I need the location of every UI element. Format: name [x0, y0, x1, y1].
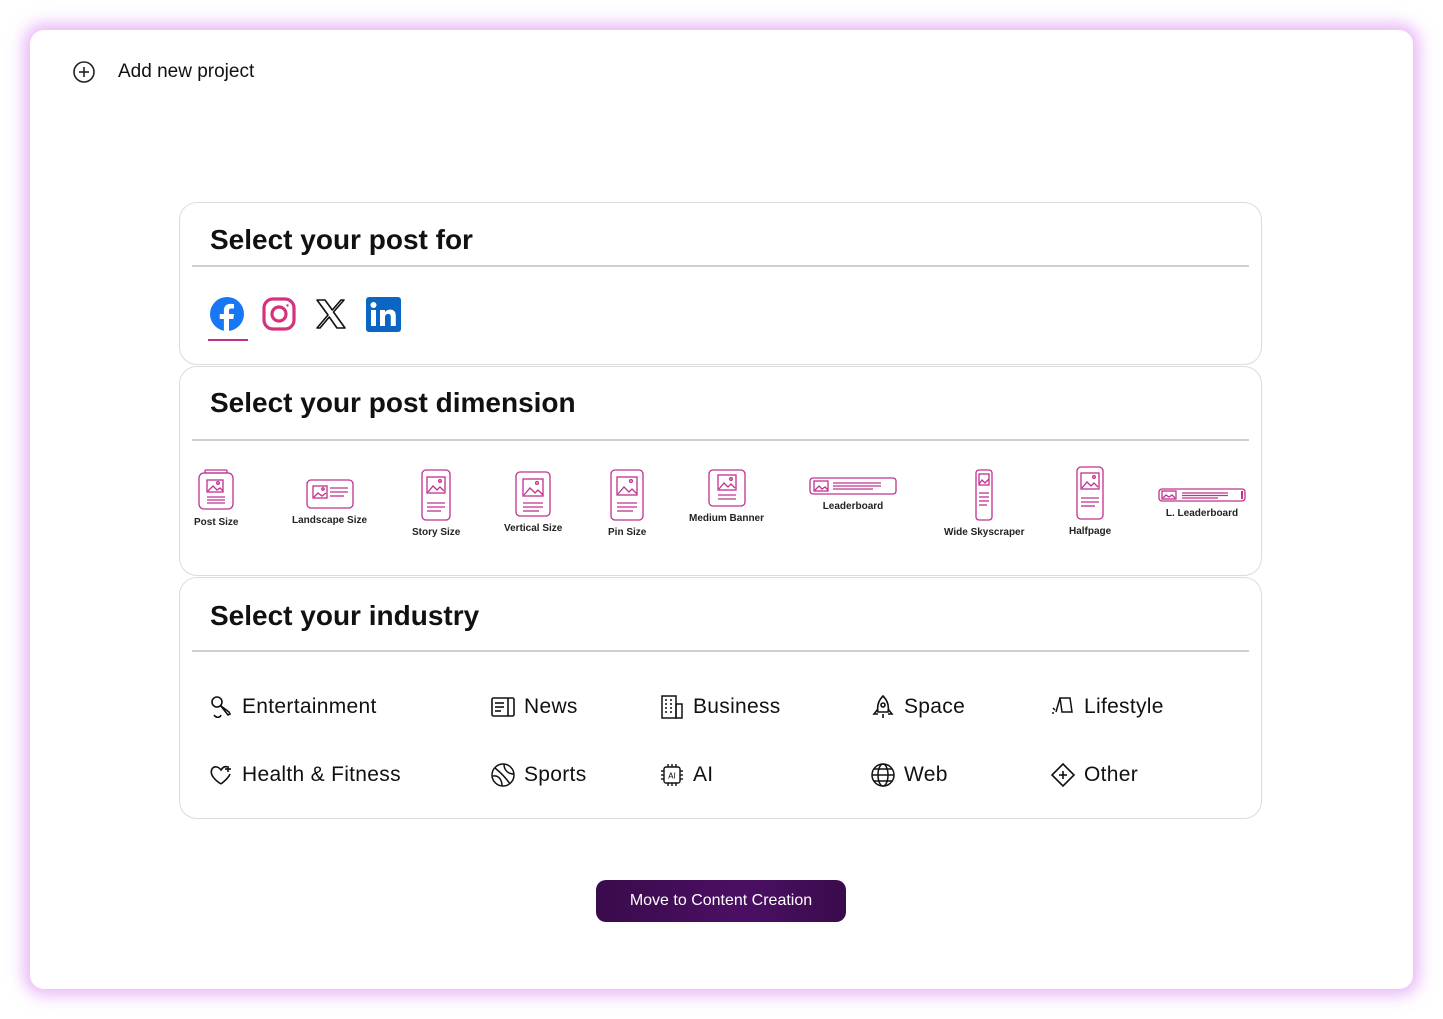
platform-facebook[interactable] — [208, 295, 248, 341]
ball-icon — [491, 763, 515, 787]
dimension-label: Leaderboard — [822, 501, 884, 512]
industry-section-title: Select your industry — [210, 600, 480, 631]
industry-label: Web — [904, 763, 948, 786]
medium-banner-icon — [707, 469, 746, 507]
industry-label: Other — [1084, 763, 1139, 786]
industry-label: Space — [904, 695, 966, 718]
industry-business[interactable]: Business — [659, 694, 781, 720]
heart-plus-icon — [210, 765, 231, 785]
microphone-icon — [211, 696, 232, 719]
dimension-wide-skyscraper[interactable]: Wide Skyscraper — [944, 469, 1025, 538]
dimension-label: Medium Banner — [689, 513, 765, 524]
dimension-label: L. Leaderboard — [1165, 508, 1239, 519]
industry-label: Entertainment — [242, 695, 377, 718]
dimension-landscape-size[interactable]: Landscape Size — [292, 479, 367, 526]
industry-label: Business — [693, 695, 781, 718]
platform-instagram[interactable] — [260, 295, 298, 333]
dimension-label: Post Size — [194, 517, 239, 528]
ai-chip-icon: AI — [661, 764, 683, 786]
industry-label: Sports — [524, 763, 587, 786]
dimension-label: Vertical Size — [504, 523, 563, 534]
platform-linkedin[interactable] — [364, 295, 402, 333]
industry-card: Select your industry Entertainment News … — [179, 577, 1262, 819]
pin-size-icon — [610, 469, 644, 521]
svg-text:AI: AI — [668, 772, 676, 781]
dimension-leaderboard[interactable]: Leaderboard — [809, 477, 897, 512]
industry-label: News — [524, 695, 578, 718]
lifestyle-icon — [1052, 697, 1073, 714]
dimension-label: Wide Skyscraper — [944, 527, 1025, 538]
dimension-pin-size[interactable]: Pin Size — [608, 469, 646, 538]
dimension-story-size[interactable]: Story Size — [412, 469, 460, 538]
industry-web[interactable]: Web — [870, 762, 948, 788]
industry-lifestyle[interactable]: Lifestyle — [1050, 694, 1164, 720]
add-new-project-button[interactable]: Add new project — [72, 60, 254, 84]
instagram-icon — [262, 297, 296, 331]
dimension-label: Story Size — [412, 527, 461, 538]
divider — [192, 265, 1249, 267]
dimension-label: Halfpage — [1069, 526, 1112, 537]
dimension-post-size[interactable]: Post Size — [194, 469, 238, 528]
add-new-project-label: Add new project — [118, 61, 255, 82]
newspaper-icon — [491, 697, 515, 717]
leaderboard-icon — [809, 477, 897, 495]
wide-skyscraper-icon — [975, 469, 993, 521]
platform-list — [208, 295, 402, 341]
move-to-content-creation-button[interactable]: Move to Content Creation — [596, 880, 846, 922]
landscape-size-icon — [305, 479, 354, 509]
industry-entertainment[interactable]: Entertainment — [208, 694, 377, 720]
dimension-vertical-size[interactable]: Vertical Size — [504, 471, 562, 534]
globe-icon — [871, 763, 895, 787]
industry-space[interactable]: Space — [870, 694, 965, 720]
vertical-size-icon — [515, 471, 551, 517]
dimension-label: Pin Size — [608, 527, 647, 538]
industry-health-fitness[interactable]: Health & Fitness — [208, 762, 401, 788]
dimension-section-title: Select your post dimension — [210, 387, 576, 418]
industry-news[interactable]: News — [490, 694, 578, 720]
facebook-icon — [210, 297, 244, 332]
platform-x[interactable] — [312, 295, 350, 333]
dimension-halfpage[interactable]: Halfpage — [1069, 466, 1111, 537]
dimension-label: Landscape Size — [292, 515, 368, 526]
dimension-card: Select your post dimension Post Size Lan… — [179, 366, 1262, 576]
divider — [192, 439, 1249, 441]
story-size-icon — [421, 469, 451, 521]
platform-section-title: Select your post for — [210, 224, 473, 255]
industry-ai[interactable]: AI AI — [659, 762, 713, 788]
industry-sports[interactable]: Sports — [490, 762, 587, 788]
industry-other[interactable]: Other — [1050, 762, 1138, 788]
linkedin-icon — [365, 296, 401, 332]
platform-card: Select your post for — [179, 202, 1262, 365]
halfpage-icon — [1076, 466, 1104, 520]
industry-label: AI — [693, 763, 714, 786]
diamond-plus-icon — [1050, 762, 1076, 788]
post-size-icon — [198, 469, 234, 510]
divider — [192, 650, 1249, 652]
building-icon — [661, 695, 683, 719]
dimension-medium-banner[interactable]: Medium Banner — [689, 469, 764, 524]
industry-label: Health & Fitness — [242, 763, 401, 786]
x-icon — [316, 299, 346, 329]
industry-label: Lifestyle — [1084, 695, 1164, 718]
large-leaderboard-icon — [1158, 488, 1246, 502]
dimension-large-leaderboard[interactable]: L. Leaderboard — [1158, 488, 1246, 519]
rocket-icon — [872, 694, 894, 718]
add-circle-icon — [73, 61, 95, 83]
